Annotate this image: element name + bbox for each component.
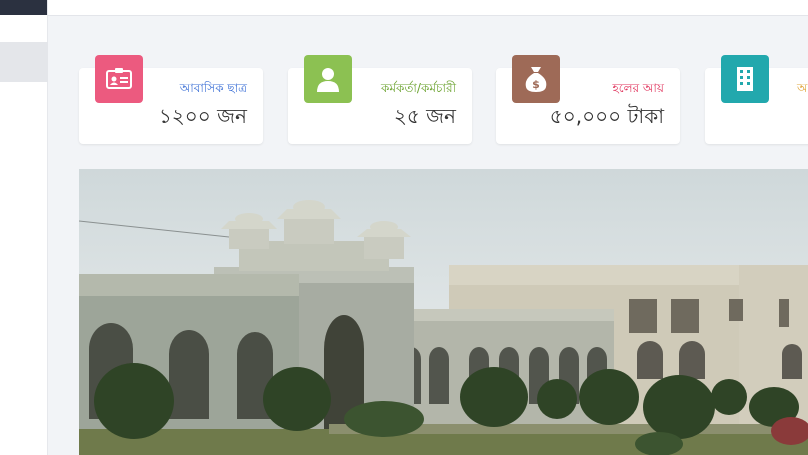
- card-value: ২৫ জন: [393, 104, 456, 128]
- svg-text:$: $: [532, 78, 540, 91]
- card-label: অ: [797, 81, 808, 95]
- hall-building-photo: [79, 169, 808, 455]
- sidebar-header: [0, 0, 47, 15]
- user-icon: [304, 55, 352, 103]
- building-icon: [721, 55, 769, 103]
- sidebar-item-active[interactable]: [0, 42, 48, 82]
- stat-card-rooms: অ: [705, 55, 808, 144]
- card-label: হলের আয়: [612, 81, 664, 95]
- card-label: কর্মকর্তা/কর্মচারী: [380, 81, 456, 95]
- card-value: ৫০,০০০ টাকা: [549, 104, 664, 128]
- top-bar: [48, 0, 808, 16]
- card-label: আবাসিক ছাত্র: [179, 81, 247, 95]
- stat-card-staff: কর্মকর্তা/কর্মচারী ২৫ জন: [288, 55, 472, 144]
- card-value: ১২০০ জন: [158, 104, 247, 128]
- stat-card-hall-income: $ হলের আয় ৫০,০০০ টাকা: [496, 55, 680, 144]
- id-card-icon: [95, 55, 143, 103]
- stat-card-residential-students: আবাসিক ছাত্র ১২০০ জন: [79, 55, 263, 144]
- sidebar: [0, 0, 48, 455]
- money-bag-icon: $: [512, 55, 560, 103]
